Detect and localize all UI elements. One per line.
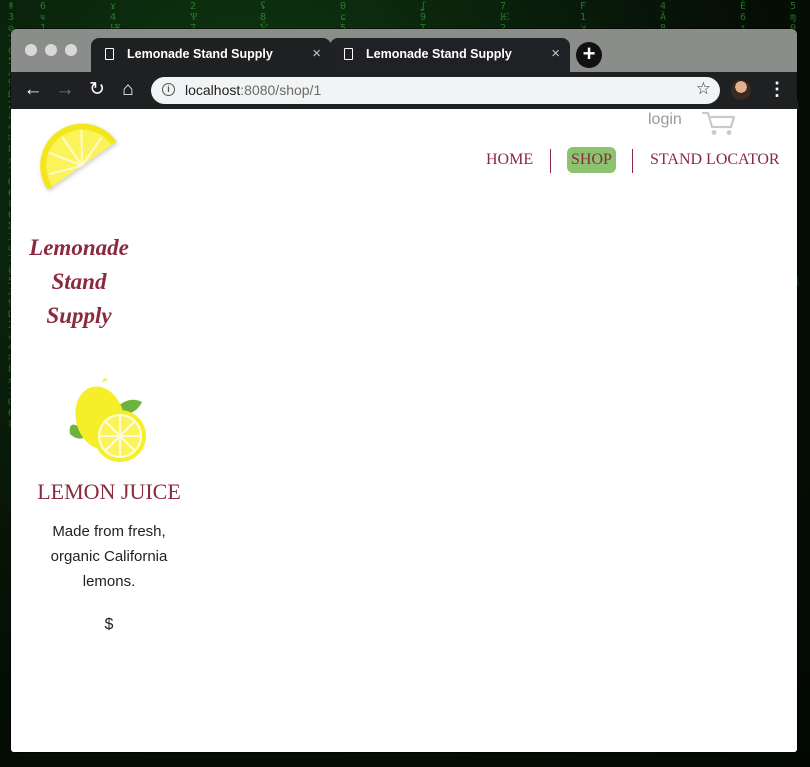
home-button[interactable]: ⌂: [116, 78, 140, 102]
main-nav: HOME SHOP STAND LOCATOR: [481, 147, 791, 173]
nav-divider: [632, 149, 633, 173]
profile-avatar[interactable]: [731, 80, 751, 100]
tab-title: Lemonade Stand Supply: [366, 47, 512, 61]
nav-divider: [550, 149, 551, 173]
nav-shop[interactable]: SHOP: [567, 147, 616, 173]
page-content: Lemonade Stand Supply login HOME SHOP ST…: [11, 109, 797, 752]
forward-button[interactable]: →: [53, 78, 77, 102]
address-bar[interactable]: i localhost:8080/shop/1 ☆: [151, 77, 720, 104]
new-tab-button[interactable]: +: [576, 42, 602, 68]
close-window-button[interactable]: [25, 44, 37, 56]
page-icon: [105, 48, 114, 60]
browser-toolbar: ← → ↻ ⌂ i localhost:8080/shop/1 ☆ ⋮: [11, 72, 797, 109]
tab-lemonade-stand-supply-1[interactable]: Lemonade Stand Supply ×: [91, 38, 331, 72]
zoom-window-button[interactable]: [65, 44, 77, 56]
close-tab-icon[interactable]: ×: [551, 45, 560, 62]
browser-menu-icon[interactable]: ⋮: [768, 79, 786, 100]
reload-button[interactable]: ↻: [85, 78, 109, 102]
lemon-slice-logo[interactable]: [31, 114, 131, 204]
tab-lemonade-stand-supply-2[interactable]: Lemonade Stand Supply ×: [330, 38, 570, 72]
shopping-cart-icon[interactable]: [701, 109, 737, 137]
info-icon[interactable]: i: [162, 83, 175, 96]
browser-window: Lemonade Stand Supply × Lemonade Stand S…: [11, 29, 797, 752]
nav-home[interactable]: HOME: [486, 147, 533, 173]
minimize-window-button[interactable]: [45, 44, 57, 56]
brand-name[interactable]: Lemonade Stand Supply: [19, 231, 139, 333]
product-name: LEMON JUICE: [37, 479, 181, 504]
login-link[interactable]: login: [648, 111, 682, 129]
close-tab-icon[interactable]: ×: [312, 45, 321, 62]
tab-strip: Lemonade Stand Supply × Lemonade Stand S…: [11, 29, 797, 72]
tab-title: Lemonade Stand Supply: [127, 47, 273, 61]
lemon-product-image[interactable]: [68, 376, 148, 466]
product-description: Made from fresh, organic California lemo…: [50, 523, 168, 590]
bookmark-star-icon[interactable]: ☆: [696, 79, 711, 99]
product-price: $: [104, 616, 114, 633]
back-button[interactable]: ←: [21, 78, 45, 102]
nav-stand-locator[interactable]: STAND LOCATOR: [650, 147, 780, 173]
url-text[interactable]: localhost:8080/shop/1: [185, 82, 321, 98]
page-icon: [344, 48, 353, 60]
